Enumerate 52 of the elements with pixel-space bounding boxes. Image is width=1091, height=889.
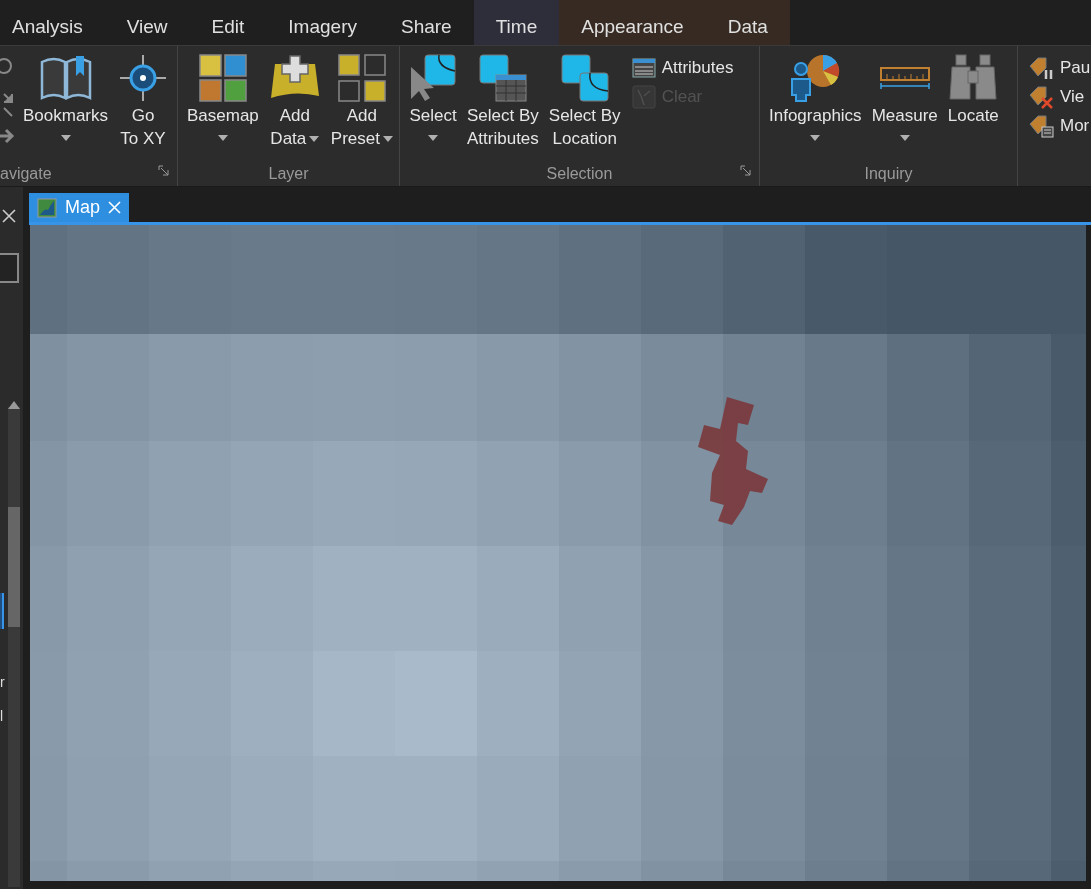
ribbon-button[interactable]: Select	[406, 52, 460, 141]
menu-tab[interactable]: Analysis	[0, 0, 105, 45]
list-item-text[interactable]: r	[0, 675, 5, 689]
ribbon-button[interactable]: Attributes	[631, 56, 734, 80]
ribbon-button[interactable]: Basemap	[184, 52, 262, 141]
menu-tab[interactable]: Appearance	[559, 0, 706, 45]
binoculars-icon	[948, 53, 999, 103]
ruler-icon	[878, 66, 931, 90]
scroll-up-icon[interactable]	[8, 401, 20, 409]
navigation-tools-icon	[0, 56, 15, 146]
list-item-text[interactable]: l	[0, 709, 4, 723]
ribbon-button[interactable]: Select By Attributes	[464, 52, 542, 150]
menu-tab[interactable]: Data	[705, 0, 790, 45]
ribbon-button[interactable]: Select By Location	[545, 52, 624, 150]
menu-tab[interactable]: Share	[379, 0, 474, 45]
ribbon-button[interactable]: Infographics	[766, 52, 865, 141]
group-label: Inquiry	[864, 164, 913, 184]
menu-tab[interactable]: View	[104, 0, 190, 45]
ribbon-button[interactable]: Bookmarks	[20, 52, 112, 141]
table-icon	[631, 58, 656, 78]
dialog-launcher-icon[interactable]	[158, 165, 169, 176]
raster-map-drawing[interactable]	[30, 225, 1086, 881]
tag-cross-icon	[1028, 85, 1054, 109]
select-by-location-icon	[559, 53, 610, 103]
menu-tab[interactable]: Edit	[189, 0, 267, 45]
dialog-launcher-icon[interactable]	[740, 165, 751, 176]
ribbon-button[interactable]: Pau	[1028, 56, 1091, 80]
ribbon-button[interactable]: Add Data	[265, 52, 324, 150]
group-label: avigate	[0, 164, 52, 184]
select-pointer-icon	[409, 53, 457, 103]
clear-selection-icon	[631, 85, 656, 109]
map-icon	[37, 197, 57, 218]
close-icon[interactable]	[2, 209, 16, 223]
ribbon-button[interactable]: Measure	[868, 52, 941, 141]
ribbon-button[interactable]: Mor	[1028, 114, 1091, 138]
select-by-attributes-icon	[477, 53, 528, 103]
ribbon-button[interactable]: Locate	[944, 52, 1002, 127]
tag-pause-icon	[1028, 56, 1054, 80]
menu-tab[interactable]: Imagery	[266, 0, 379, 45]
ribbon-button[interactable]: Go To XY	[115, 52, 172, 150]
tag-list-icon	[1028, 114, 1054, 138]
ribbon-button[interactable]: Add Preset	[327, 52, 396, 150]
scrollbar[interactable]	[8, 407, 20, 887]
basemap-tiles-icon	[197, 53, 248, 103]
ribbon-button[interactable]: Vie	[1028, 85, 1091, 109]
crosshair-target-icon	[118, 53, 169, 103]
group-label: Layer	[268, 164, 309, 184]
group-label: Selection	[546, 164, 613, 184]
person-pie-chart-icon	[789, 53, 842, 103]
menu-tab[interactable]: Time	[473, 0, 560, 45]
selected-list-item[interactable]	[0, 593, 4, 629]
preset-squares-icon	[336, 53, 387, 103]
